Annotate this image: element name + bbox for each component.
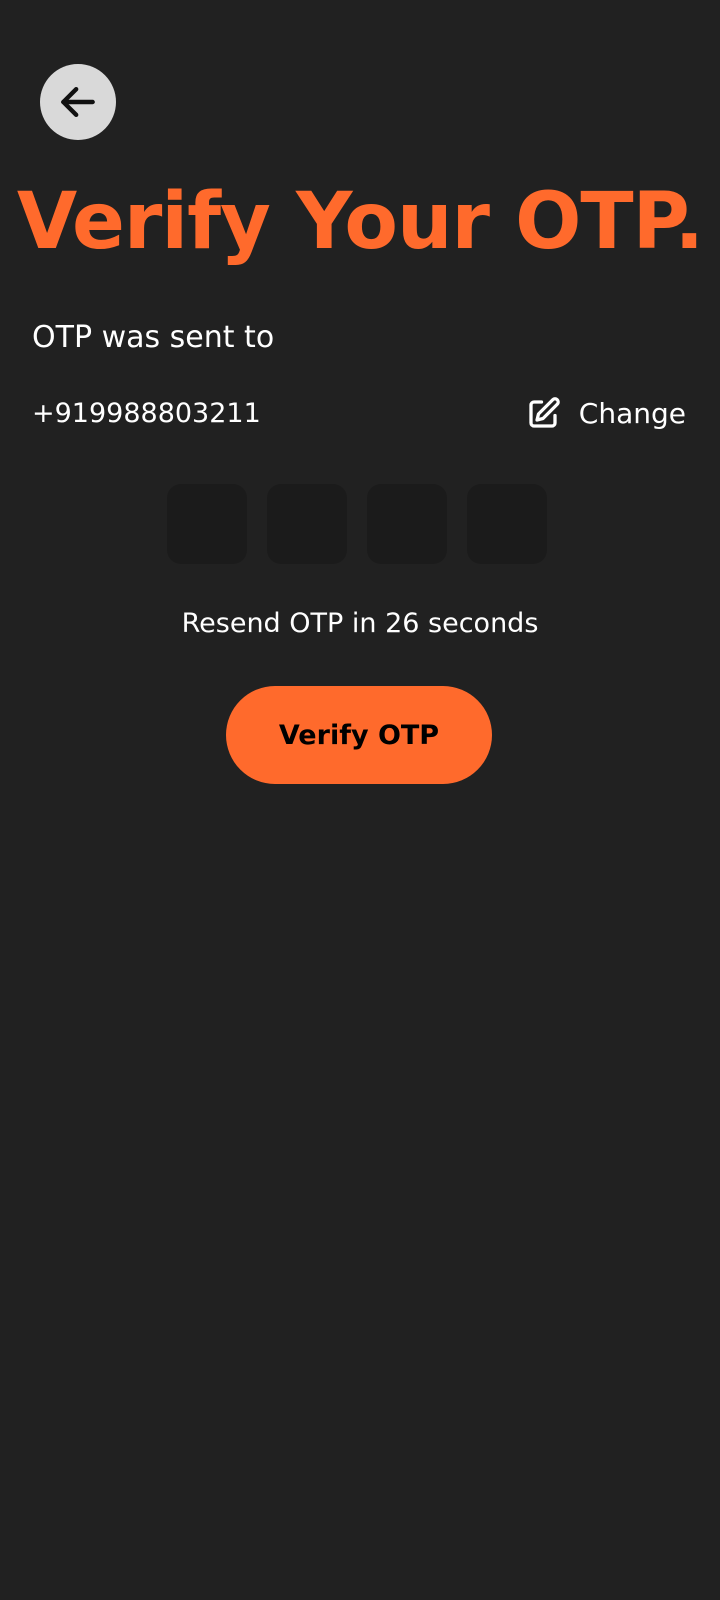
page-title: Verify Your OTP. bbox=[16, 177, 704, 267]
otp-input-group bbox=[167, 484, 547, 564]
otp-digit-1[interactable] bbox=[167, 484, 247, 564]
change-number-button[interactable]: Change bbox=[525, 392, 686, 436]
verify-otp-button[interactable]: Verify OTP bbox=[226, 686, 492, 784]
otp-sent-label: OTP was sent to bbox=[32, 320, 275, 355]
otp-digit-4[interactable] bbox=[467, 484, 547, 564]
otp-digit-2[interactable] bbox=[267, 484, 347, 564]
resend-timer-text: Resend OTP in 26 seconds bbox=[181, 608, 539, 639]
arrow-left-icon bbox=[56, 80, 100, 124]
change-label: Change bbox=[578, 397, 686, 430]
otp-digit-3[interactable] bbox=[367, 484, 447, 564]
phone-number: +919988803211 bbox=[32, 398, 261, 429]
edit-icon bbox=[525, 396, 561, 432]
back-button[interactable] bbox=[40, 64, 116, 140]
